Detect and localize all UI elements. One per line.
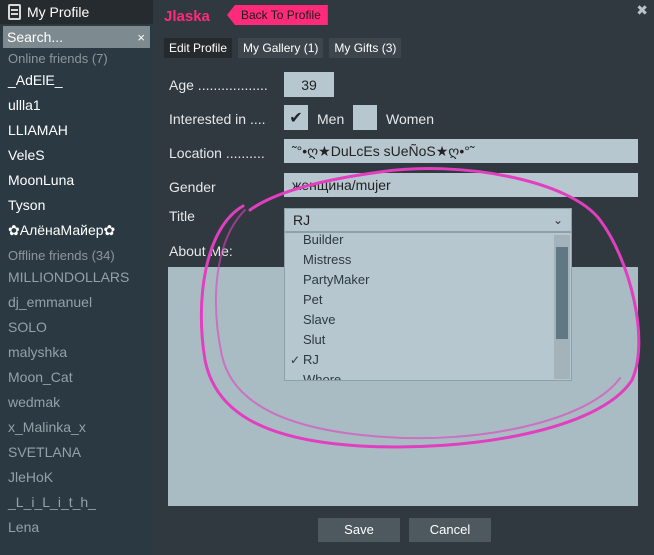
title-label: Title [169, 208, 195, 224]
friend-search: × [3, 26, 150, 48]
title-option[interactable]: Mistress [285, 250, 571, 270]
title-options: Builder Mistress PartyMaker Pet Slave Slut ✓ RJ… [285, 232, 571, 381]
dropdown-scrollbar[interactable] [554, 235, 570, 379]
gender-field[interactable]: женщина/mujer [284, 173, 638, 197]
friend-item-offline[interactable]: dj_emmanuel [0, 290, 153, 315]
age-label: Age .................. [169, 77, 268, 93]
online-friends-list: _AdElE_ ullla1 LLIAMAH VeleS MoonLuna Tyson ✿А… [0, 68, 153, 243]
friend-item-offline[interactable]: SVETLANA [0, 440, 153, 465]
selected-check-icon: ✓ [290, 353, 301, 367]
friend-item-offline[interactable]: JleHoK [0, 465, 153, 490]
friend-item-offline[interactable]: wedmak [0, 390, 153, 415]
close-icon[interactable]: ✖ [636, 2, 648, 19]
tab-my-gifts[interactable]: My Gifts (3) [329, 38, 402, 58]
chevron-down-icon: ⌄ [552, 213, 563, 227]
title-option-label: RJ [303, 352, 319, 367]
title-option[interactable]: Whore [285, 370, 571, 381]
friend-item-offline[interactable]: Moon_Cat [0, 365, 153, 390]
edit-profile-panel: ✖ Jlaska Back To Profile Edit Profile My… [153, 0, 654, 555]
search-input[interactable] [7, 29, 127, 45]
about-me-label: About Me: [169, 243, 233, 259]
title-option[interactable]: ✓ RJ [285, 350, 571, 370]
title-option[interactable]: Pet [285, 290, 571, 310]
friend-item-online[interactable]: ullla1 [0, 93, 153, 118]
title-option-label: PartyMaker [303, 272, 370, 287]
friend-item-offline[interactable]: Lena [0, 515, 153, 540]
friend-item-offline[interactable]: _L_i_L_i_t_h_ [0, 490, 153, 515]
women-checkbox[interactable] [353, 105, 377, 130]
title-option[interactable]: Slut [285, 330, 571, 350]
title-option[interactable]: Builder [285, 232, 571, 250]
profile-card-icon [8, 4, 21, 20]
friend-item-offline[interactable]: SOLO [0, 315, 153, 340]
back-to-profile-button[interactable]: Back To Profile [227, 5, 328, 25]
title-option-label: Slave [303, 312, 336, 327]
friend-item-online[interactable]: LLIAMAH [0, 118, 153, 143]
friends-panel: My Profile × Online friends (7) _AdElE_u… [0, 0, 153, 555]
clear-search-icon[interactable]: × [137, 30, 145, 45]
title-option-label: Slut [303, 332, 326, 347]
friend-item-online[interactable]: MoonLuna [0, 168, 153, 193]
online-friends-header: Online friends (7) [8, 51, 108, 66]
offline-friends-list: MILLIONDOLLARS dj_emmanuel SOLO malyshka Moo… [0, 265, 153, 540]
interested-in-label: Interested in .... [169, 111, 266, 127]
panel-title: My Profile [27, 4, 90, 20]
profile-tabs: Edit Profile My Gallery (1) My Gifts (3) [164, 38, 402, 58]
tab-my-gallery[interactable]: My Gallery (1) [238, 38, 324, 58]
panel-header: My Profile [0, 0, 153, 24]
offline-friends-header: Offline friends (34) [8, 248, 115, 263]
location-label: Location .......... [169, 145, 265, 161]
location-field[interactable]: ˜°•ღ★DuLcEs sUeÑoS★ღ•°˜ [284, 139, 638, 163]
men-checkbox[interactable]: ✔ [284, 105, 308, 130]
title-option-label: Mistress [303, 252, 352, 267]
title-option[interactable]: PartyMaker [285, 270, 571, 290]
men-label: Men [317, 111, 345, 127]
profile-username: Jlaska [164, 8, 210, 25]
title-option-label: Whore [303, 372, 342, 381]
friend-item-offline[interactable]: x_Malinka_x [0, 415, 153, 440]
friend-item-online[interactable]: VeleS [0, 143, 153, 168]
age-field[interactable]: 39 [284, 72, 334, 97]
tab-edit-profile[interactable]: Edit Profile [164, 38, 233, 58]
title-select[interactable]: RJ ⌄ [284, 208, 572, 232]
title-option-label: Pet [303, 292, 323, 307]
friend-item-online[interactable]: Tyson [0, 193, 153, 218]
scrollbar-thumb[interactable] [556, 247, 568, 339]
title-selected-value: RJ [293, 212, 311, 228]
gender-label: Gender [169, 179, 216, 195]
title-option-label: Builder [303, 232, 344, 247]
check-icon: ✔ [289, 109, 303, 127]
friend-item-online[interactable]: ✿АлёнаМайер✿ [0, 218, 153, 243]
women-label: Women [386, 111, 434, 127]
friend-item-online[interactable]: _AdElE_ [0, 68, 153, 93]
save-button[interactable]: Save [318, 518, 400, 542]
title-option[interactable]: Slave [285, 310, 571, 330]
friend-item-offline[interactable]: MILLIONDOLLARS [0, 265, 153, 290]
friend-item-offline[interactable]: malyshka [0, 340, 153, 365]
cancel-button[interactable]: Cancel [409, 518, 491, 542]
title-dropdown-list: Builder Mistress PartyMaker Pet Slave Slut ✓ RJ… [284, 232, 572, 381]
